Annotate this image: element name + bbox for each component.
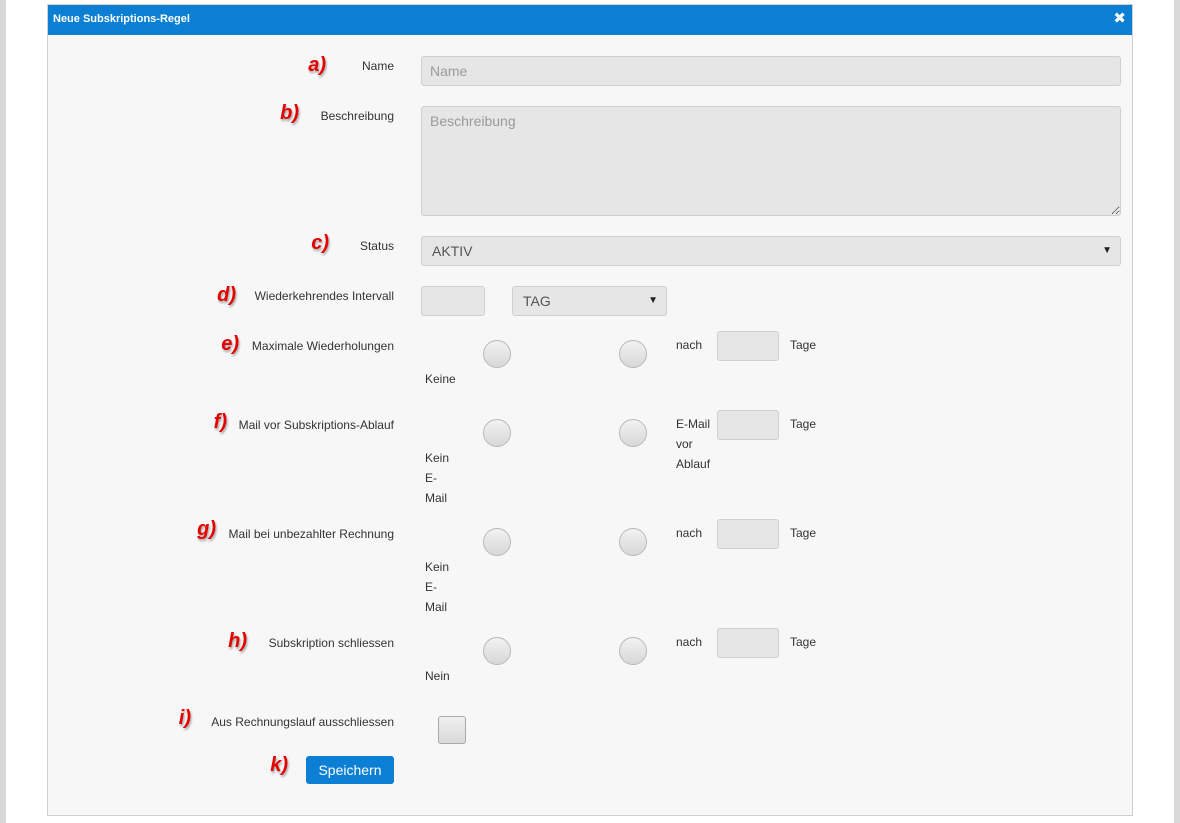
marker-a: a) bbox=[308, 54, 326, 76]
mail-unpaid-label: Mail bei unbezahlter Rechnung bbox=[228, 527, 394, 541]
status-select[interactable]: AKTIV ▼ bbox=[421, 236, 1121, 266]
mail-unpaid-after-label: nach bbox=[676, 526, 703, 540]
background-right-strip bbox=[1174, 0, 1180, 823]
mail-before-expiry-none-label: Kein E-Mail bbox=[425, 451, 450, 505]
mail-unpaid-none-radio[interactable] bbox=[483, 528, 511, 556]
max-repetitions-days-input[interactable] bbox=[717, 331, 779, 361]
exclude-billing-checkbox[interactable] bbox=[438, 716, 466, 744]
max-repetitions-none-radio[interactable] bbox=[483, 340, 511, 368]
description-textarea[interactable] bbox=[421, 106, 1121, 216]
mail-before-expiry-unit: Tage bbox=[790, 417, 817, 431]
marker-f: f) bbox=[213, 411, 227, 433]
max-repetitions-unit: Tage bbox=[790, 338, 817, 352]
interval-unit-select[interactable]: TAG ▼ bbox=[512, 286, 667, 316]
close-subscription-label: Subskription schliessen bbox=[268, 636, 394, 650]
close-icon[interactable]: ✖ bbox=[1113, 10, 1126, 28]
mail-unpaid-after-radio[interactable] bbox=[619, 528, 647, 556]
max-repetitions-none-label: Keine bbox=[425, 372, 456, 386]
marker-h: h) bbox=[228, 630, 247, 652]
max-repetitions-label: Maximale Wiederholungen bbox=[251, 339, 394, 353]
marker-e: e) bbox=[221, 333, 239, 355]
background-left-strip bbox=[0, 0, 6, 823]
mail-before-expiry-none-radio[interactable] bbox=[483, 419, 511, 447]
dialog-titlebar: Neue Subskriptions-Regel ✖ bbox=[48, 5, 1132, 35]
marker-b: b) bbox=[280, 102, 299, 124]
status-select-value: AKTIV bbox=[432, 243, 473, 259]
mail-unpaid-none-label: Kein E-Mail bbox=[425, 560, 450, 614]
close-subscription-none-label: Nein bbox=[425, 669, 450, 683]
interval-label: Wiederkehrendes Intervall bbox=[254, 289, 394, 303]
mail-before-expiry-after-label: E-Mail vor Ablauf bbox=[676, 417, 711, 471]
description-label: Beschreibung bbox=[320, 109, 394, 123]
mail-before-expiry-label: Mail vor Subskriptions-Ablauf bbox=[238, 418, 394, 432]
status-label: Status bbox=[359, 239, 394, 253]
mail-before-expiry-days-input[interactable] bbox=[717, 410, 779, 440]
close-subscription-unit: Tage bbox=[790, 635, 817, 649]
dialog-title: Neue Subskriptions-Regel bbox=[53, 13, 190, 25]
marker-d: d) bbox=[217, 284, 236, 306]
marker-g: g) bbox=[197, 518, 216, 540]
save-button[interactable]: Speichern bbox=[306, 756, 394, 784]
close-subscription-after-label: nach bbox=[676, 635, 703, 649]
close-subscription-days-input[interactable] bbox=[717, 628, 779, 658]
close-subscription-after-radio[interactable] bbox=[619, 637, 647, 665]
close-subscription-none-radio[interactable] bbox=[483, 637, 511, 665]
marker-c: c) bbox=[311, 232, 329, 254]
marker-i: i) bbox=[178, 707, 191, 729]
interval-unit-value: TAG bbox=[523, 293, 551, 309]
chevron-down-icon: ▼ bbox=[1102, 245, 1112, 256]
subscription-rule-dialog: Neue Subskriptions-Regel ✖ a) Name b) Be… bbox=[47, 4, 1133, 816]
interval-number-input[interactable] bbox=[421, 286, 485, 316]
name-input[interactable] bbox=[421, 56, 1121, 86]
marker-k: k) bbox=[270, 754, 288, 776]
name-label: Name bbox=[361, 59, 394, 73]
mail-unpaid-days-input[interactable] bbox=[717, 519, 779, 549]
max-repetitions-after-label: nach bbox=[676, 338, 703, 352]
exclude-billing-label: Aus Rechnungslauf ausschliessen bbox=[211, 715, 394, 729]
max-repetitions-after-radio[interactable] bbox=[619, 340, 647, 368]
mail-before-expiry-after-radio[interactable] bbox=[619, 419, 647, 447]
mail-unpaid-unit: Tage bbox=[790, 526, 817, 540]
chevron-down-icon: ▼ bbox=[648, 295, 658, 306]
